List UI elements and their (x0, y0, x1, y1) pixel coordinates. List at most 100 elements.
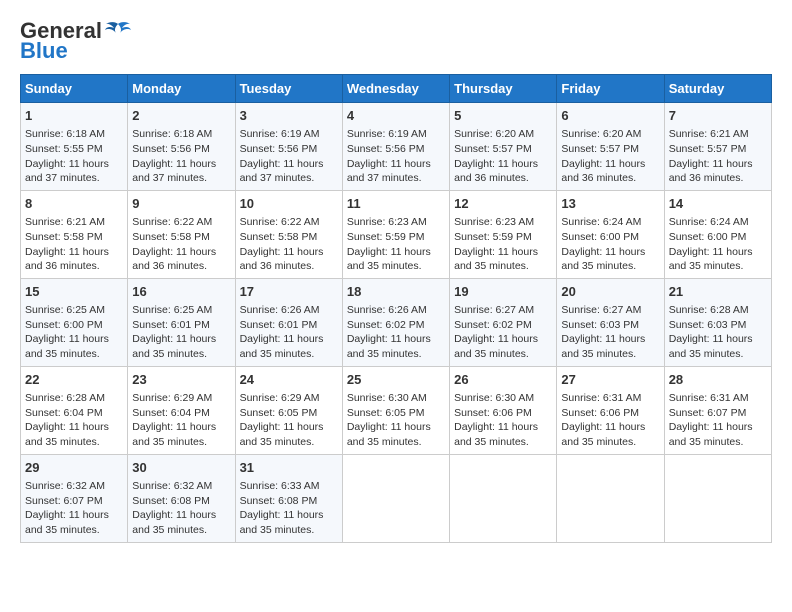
day-number: 22 (25, 371, 123, 389)
day-number: 26 (454, 371, 552, 389)
calendar-header-row: SundayMondayTuesdayWednesdayThursdayFrid… (21, 75, 772, 103)
day-info: Sunrise: 6:26 AMSunset: 6:01 PMDaylight:… (240, 303, 338, 362)
calendar-cell: 3 Sunrise: 6:19 AMSunset: 5:56 PMDaylight… (235, 103, 342, 191)
day-number: 19 (454, 283, 552, 301)
day-info: Sunrise: 6:27 AMSunset: 6:02 PMDaylight:… (454, 303, 552, 362)
day-number: 3 (240, 107, 338, 125)
day-info: Sunrise: 6:28 AMSunset: 6:04 PMDaylight:… (25, 391, 123, 450)
day-number: 29 (25, 459, 123, 477)
calendar-cell: 22 Sunrise: 6:28 AMSunset: 6:04 PMDayligh… (21, 366, 128, 454)
day-info: Sunrise: 6:18 AMSunset: 5:55 PMDaylight:… (25, 127, 123, 186)
day-number: 31 (240, 459, 338, 477)
calendar-table: SundayMondayTuesdayWednesdayThursdayFrid… (20, 74, 772, 543)
week-row-2: 8 Sunrise: 6:21 AMSunset: 5:58 PMDaylight… (21, 190, 772, 278)
day-number: 12 (454, 195, 552, 213)
day-info: Sunrise: 6:31 AMSunset: 6:06 PMDaylight:… (561, 391, 659, 450)
calendar-cell: 4 Sunrise: 6:19 AMSunset: 5:56 PMDaylight… (342, 103, 449, 191)
day-info: Sunrise: 6:27 AMSunset: 6:03 PMDaylight:… (561, 303, 659, 362)
calendar-cell: 12 Sunrise: 6:23 AMSunset: 5:59 PMDayligh… (450, 190, 557, 278)
calendar-cell: 19 Sunrise: 6:27 AMSunset: 6:02 PMDayligh… (450, 278, 557, 366)
day-info: Sunrise: 6:25 AMSunset: 6:00 PMDaylight:… (25, 303, 123, 362)
day-number: 20 (561, 283, 659, 301)
calendar-cell (342, 454, 449, 542)
day-info: Sunrise: 6:20 AMSunset: 5:57 PMDaylight:… (561, 127, 659, 186)
calendar-cell: 28Sunrise: 6:31 AMSunset: 6:07 PMDayligh… (664, 366, 771, 454)
calendar-cell: 9 Sunrise: 6:22 AMSunset: 5:58 PMDaylight… (128, 190, 235, 278)
logo: General Blue (20, 20, 132, 64)
calendar-cell: 8 Sunrise: 6:21 AMSunset: 5:58 PMDaylight… (21, 190, 128, 278)
logo-bird-icon (104, 20, 132, 42)
column-header-sunday: Sunday (21, 75, 128, 103)
day-info: Sunrise: 6:21 AMSunset: 5:57 PMDaylight:… (669, 127, 767, 186)
day-info: Sunrise: 6:25 AMSunset: 6:01 PMDaylight:… (132, 303, 230, 362)
day-info: Sunrise: 6:23 AMSunset: 5:59 PMDaylight:… (454, 215, 552, 274)
day-number: 23 (132, 371, 230, 389)
calendar-cell: 13 Sunrise: 6:24 AMSunset: 6:00 PMDayligh… (557, 190, 664, 278)
calendar-cell: 5 Sunrise: 6:20 AMSunset: 5:57 PMDaylight… (450, 103, 557, 191)
day-info: Sunrise: 6:31 AMSunset: 6:07 PMDaylight:… (669, 391, 767, 450)
calendar-cell: 30 Sunrise: 6:32 AMSunset: 6:08 PMDayligh… (128, 454, 235, 542)
day-info: Sunrise: 6:30 AMSunset: 6:05 PMDaylight:… (347, 391, 445, 450)
column-header-thursday: Thursday (450, 75, 557, 103)
logo-blue: Blue (20, 38, 68, 64)
day-number: 27 (561, 371, 659, 389)
calendar-cell: 29 Sunrise: 6:32 AMSunset: 6:07 PMDayligh… (21, 454, 128, 542)
day-number: 21 (669, 283, 767, 301)
day-number: 5 (454, 107, 552, 125)
column-header-tuesday: Tuesday (235, 75, 342, 103)
column-header-saturday: Saturday (664, 75, 771, 103)
day-info: Sunrise: 6:22 AMSunset: 5:58 PMDaylight:… (132, 215, 230, 274)
day-number: 1 (25, 107, 123, 125)
day-number: 17 (240, 283, 338, 301)
day-number: 11 (347, 195, 445, 213)
week-row-5: 29 Sunrise: 6:32 AMSunset: 6:07 PMDayligh… (21, 454, 772, 542)
day-info: Sunrise: 6:19 AMSunset: 5:56 PMDaylight:… (347, 127, 445, 186)
day-info: Sunrise: 6:18 AMSunset: 5:56 PMDaylight:… (132, 127, 230, 186)
calendar-cell: 11 Sunrise: 6:23 AMSunset: 5:59 PMDayligh… (342, 190, 449, 278)
day-info: Sunrise: 6:30 AMSunset: 6:06 PMDaylight:… (454, 391, 552, 450)
day-info: Sunrise: 6:21 AMSunset: 5:58 PMDaylight:… (25, 215, 123, 274)
calendar-cell: 31Sunrise: 6:33 AMSunset: 6:08 PMDayligh… (235, 454, 342, 542)
calendar-cell: 24 Sunrise: 6:29 AMSunset: 6:05 PMDayligh… (235, 366, 342, 454)
day-info: Sunrise: 6:26 AMSunset: 6:02 PMDaylight:… (347, 303, 445, 362)
day-number: 30 (132, 459, 230, 477)
day-number: 10 (240, 195, 338, 213)
calendar-cell (450, 454, 557, 542)
day-info: Sunrise: 6:22 AMSunset: 5:58 PMDaylight:… (240, 215, 338, 274)
day-info: Sunrise: 6:29 AMSunset: 6:04 PMDaylight:… (132, 391, 230, 450)
calendar-cell: 21 Sunrise: 6:28 AMSunset: 6:03 PMDayligh… (664, 278, 771, 366)
calendar-cell: 26 Sunrise: 6:30 AMSunset: 6:06 PMDayligh… (450, 366, 557, 454)
column-header-friday: Friday (557, 75, 664, 103)
day-number: 18 (347, 283, 445, 301)
column-header-monday: Monday (128, 75, 235, 103)
day-number: 13 (561, 195, 659, 213)
day-info: Sunrise: 6:28 AMSunset: 6:03 PMDaylight:… (669, 303, 767, 362)
calendar-cell: 6 Sunrise: 6:20 AMSunset: 5:57 PMDaylight… (557, 103, 664, 191)
day-number: 24 (240, 371, 338, 389)
calendar-cell: 1 Sunrise: 6:18 AMSunset: 5:55 PMDaylight… (21, 103, 128, 191)
day-number: 6 (561, 107, 659, 125)
calendar-cell: 2 Sunrise: 6:18 AMSunset: 5:56 PMDaylight… (128, 103, 235, 191)
day-number: 8 (25, 195, 123, 213)
calendar-cell: 27 Sunrise: 6:31 AMSunset: 6:06 PMDayligh… (557, 366, 664, 454)
day-info: Sunrise: 6:24 AMSunset: 6:00 PMDaylight:… (561, 215, 659, 274)
day-info: Sunrise: 6:23 AMSunset: 5:59 PMDaylight:… (347, 215, 445, 274)
day-number: 2 (132, 107, 230, 125)
day-info: Sunrise: 6:32 AMSunset: 6:08 PMDaylight:… (132, 479, 230, 538)
calendar-cell (664, 454, 771, 542)
day-info: Sunrise: 6:19 AMSunset: 5:56 PMDaylight:… (240, 127, 338, 186)
calendar-cell: 16Sunrise: 6:25 AMSunset: 6:01 PMDayligh… (128, 278, 235, 366)
day-info: Sunrise: 6:24 AMSunset: 6:00 PMDaylight:… (669, 215, 767, 274)
day-number: 4 (347, 107, 445, 125)
week-row-1: 1 Sunrise: 6:18 AMSunset: 5:55 PMDaylight… (21, 103, 772, 191)
day-info: Sunrise: 6:32 AMSunset: 6:07 PMDaylight:… (25, 479, 123, 538)
calendar-cell: 25Sunrise: 6:30 AMSunset: 6:05 PMDayligh… (342, 366, 449, 454)
week-row-4: 22 Sunrise: 6:28 AMSunset: 6:04 PMDayligh… (21, 366, 772, 454)
calendar-cell: 23 Sunrise: 6:29 AMSunset: 6:04 PMDayligh… (128, 366, 235, 454)
day-info: Sunrise: 6:20 AMSunset: 5:57 PMDaylight:… (454, 127, 552, 186)
calendar-cell: 7Sunrise: 6:21 AMSunset: 5:57 PMDaylight… (664, 103, 771, 191)
calendar-cell (557, 454, 664, 542)
day-number: 9 (132, 195, 230, 213)
day-info: Sunrise: 6:29 AMSunset: 6:05 PMDaylight:… (240, 391, 338, 450)
calendar-cell: 10 Sunrise: 6:22 AMSunset: 5:58 PMDayligh… (235, 190, 342, 278)
